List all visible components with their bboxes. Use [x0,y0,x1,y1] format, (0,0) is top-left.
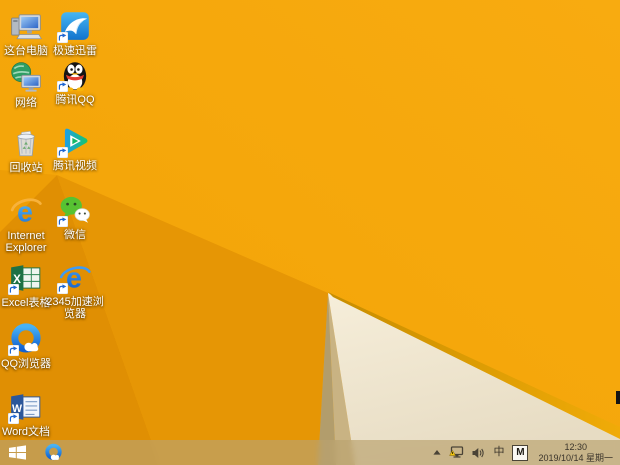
screen-edge-artifact [616,391,620,404]
icon-label: 这台电脑 [4,45,48,57]
qq-browser-icon [45,443,62,461]
start-button[interactable] [0,440,35,465]
clock-date: 2019/10/14 星期一 [538,452,613,463]
this-pc-icon [11,14,42,40]
icon-label: Word文档 [1,426,51,438]
taskbar-clock[interactable]: 12:30 2019/10/14 星期一 [536,442,613,463]
shortcut-arrow-icon [8,345,19,356]
desktop-icon-tencent-video[interactable]: 腾讯视频 [44,124,106,172]
shortcut-arrow-icon [8,413,19,424]
icon-label: 极速迅雷 [53,45,97,57]
ime-language-indicator[interactable]: M [512,444,529,461]
desktop-icon-wechat[interactable]: 微信 [44,193,106,241]
ime-mode-indicator[interactable]: 中 [493,440,504,465]
shortcut-arrow-icon [57,81,68,92]
desktop-icon-thunder[interactable]: 极速迅雷 [44,9,106,57]
shortcut-arrow-icon [57,32,68,43]
shortcut-arrow-icon [8,284,19,295]
icon-label: 网络 [15,97,37,109]
icon-label: 腾讯QQ [55,94,95,106]
desktop-icon-word[interactable]: W Word文档 [0,390,54,438]
recycle-bin-icon [17,130,35,157]
windows-logo-icon [9,445,26,460]
internet-explorer-icon: e [10,197,42,228]
shortcut-arrow-icon [57,147,68,158]
icon-label: QQ浏览器 [0,358,52,370]
clock-time: 12:30 [564,442,587,452]
desktop-icon-tencent-qq[interactable]: 腾讯QQ [44,58,106,106]
volume-icon[interactable] [472,447,485,459]
show-hidden-icons-chevron-icon[interactable] [433,450,442,455]
network-icon [11,62,41,92]
taskbar: 中 M 12:30 2019/10/14 星期一 [0,440,620,465]
shortcut-arrow-icon [57,283,68,294]
icon-label: 2345加速浏览器 [46,296,104,320]
desktop-icon-2345-browser[interactable]: e 2345加速浏览器 [44,260,106,320]
system-tray: 中 M 12:30 2019/10/14 星期一 [433,440,620,465]
icon-label: 微信 [64,229,86,241]
taskbar-qq-browser-button[interactable] [35,440,72,465]
desktop-icon-qq-browser[interactable]: QQ浏览器 [0,322,54,370]
icon-label: 回收站 [9,162,43,174]
icon-label: 腾讯视频 [53,160,97,172]
shortcut-arrow-icon [57,216,68,227]
network-status-icon[interactable] [449,446,464,459]
